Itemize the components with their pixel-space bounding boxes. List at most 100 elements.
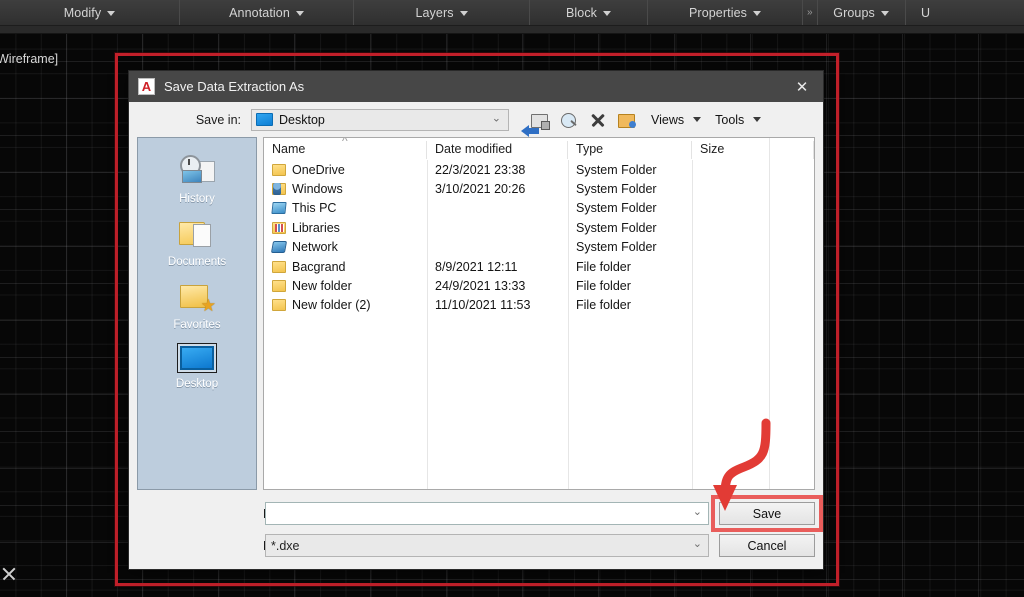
place-icon-wrap — [177, 154, 217, 188]
chevron-down-icon — [107, 11, 116, 16]
chevron-down-icon — [880, 11, 889, 16]
chevron-down-icon[interactable]: ⌄ — [492, 112, 501, 124]
ribbon-overflow-icon[interactable]: » — [803, 0, 818, 25]
file-name-input[interactable] — [265, 502, 709, 525]
file-name-cell: This PC — [292, 201, 337, 216]
chevron-down-icon — [603, 11, 612, 16]
place-label-history: History — [179, 193, 215, 205]
ribbon-panel-layers-label: Layers — [415, 5, 454, 20]
place-icon-wrap — [177, 343, 217, 373]
place-icon-wrap — [177, 280, 217, 314]
column-header-name[interactable]: Name ^ — [264, 138, 427, 160]
chevron-down-icon — [753, 117, 762, 122]
this-pc-icon — [271, 202, 287, 215]
folder-icon — [272, 260, 286, 273]
libraries-icon — [272, 221, 286, 234]
cancel-button[interactable]: Cancel — [719, 534, 815, 557]
type-cell: System Folder — [576, 201, 657, 216]
column-header-size-label: Size — [700, 142, 725, 156]
files-of-type-value: *.dxe — [271, 538, 300, 553]
place-item-desktop[interactable]: Desktop — [138, 339, 256, 396]
type-cell: System Folder — [576, 240, 657, 255]
date-modified-cell: 22/3/2021 23:38 — [435, 162, 526, 177]
file-name-label: File name: — [129, 507, 321, 521]
ribbon-panel-modify-label: Modify — [63, 5, 102, 20]
file-list[interactable]: Name ^ Date modified Type Size OneDrive … — [263, 137, 815, 490]
place-label-favorites: Favorites — [173, 319, 221, 331]
column-header-size[interactable]: Size — [692, 138, 814, 160]
ribbon-panel-utilities[interactable]: U — [906, 0, 946, 25]
table-row[interactable]: New folder 24/9/2021 13:33 File folder — [264, 276, 814, 295]
save-button[interactable]: Save — [719, 502, 815, 525]
type-cell: File folder — [576, 259, 631, 274]
dialog-titlebar[interactable]: A Save Data Extraction As ✕ — [129, 71, 823, 102]
column-header-type-label: Type — [576, 142, 604, 156]
place-item-favorites[interactable]: Favorites — [138, 276, 256, 337]
column-header-date-label: Date modified — [435, 142, 513, 156]
ribbon-panel-bar[interactable]: Modify Annotation Layers Block Propertie… — [0, 0, 1024, 26]
place-item-documents[interactable]: Documents — [138, 213, 256, 274]
up-one-level-icon[interactable] — [530, 110, 550, 130]
clock-hand-icon — [188, 159, 190, 165]
type-cell: File folder — [576, 298, 631, 313]
file-name-field-wrap: ⌄ — [265, 502, 709, 525]
table-row[interactable]: OneDrive 22/3/2021 23:38 System Folder — [264, 160, 814, 179]
favorites-folder-icon — [177, 280, 217, 314]
views-menu[interactable]: Views — [651, 112, 702, 127]
folder-icon — [272, 299, 286, 312]
new-folder-icon[interactable] — [617, 110, 637, 130]
table-row[interactable]: Windows 3/10/2021 20:26 System Folder — [264, 179, 814, 198]
desktop-icon — [256, 113, 273, 126]
network-icon — [270, 241, 288, 254]
file-name-cell: Network — [292, 240, 338, 255]
dialog-toolbar: Save in: Desktop ⌄ Views Tools — [129, 102, 823, 137]
file-name-cell: Bacgrand — [292, 259, 346, 274]
save-in-combobox[interactable]: Desktop ⌄ — [251, 108, 509, 131]
files-of-type-row: Files of type: *.dxe ⌄ Cancel — [129, 534, 815, 557]
tools-menu-label: Tools — [715, 112, 745, 127]
ribbon-panel-block[interactable]: Block — [530, 0, 648, 25]
save-button-wrap: Save — [711, 495, 823, 532]
chevron-down-icon — [295, 11, 304, 16]
file-list-header[interactable]: Name ^ Date modified Type Size — [264, 138, 814, 160]
date-modified-cell: 24/9/2021 13:33 — [435, 279, 526, 294]
dialog-footer: File name: ⌄ Save Files of type: *.dxe ⌄ — [129, 490, 823, 569]
file-name-row: File name: ⌄ Save — [129, 495, 823, 532]
files-of-type-select[interactable]: *.dxe — [265, 534, 709, 557]
ribbon-panel-groups[interactable]: Groups — [818, 0, 906, 25]
save-in-value: Desktop — [279, 112, 325, 127]
search-web-icon[interactable] — [559, 110, 579, 130]
autocad-logo-icon: A — [138, 78, 155, 95]
file-name-cell: OneDrive — [292, 162, 345, 177]
type-cell: System Folder — [576, 220, 657, 235]
delete-icon[interactable] — [588, 110, 608, 130]
save-in-label: Save in: — [195, 112, 241, 127]
table-row[interactable]: Libraries System Folder — [264, 218, 814, 237]
place-item-history[interactable]: History — [138, 150, 256, 211]
type-cell: System Folder — [576, 162, 657, 177]
files-of-type-field-wrap: *.dxe ⌄ — [265, 534, 709, 557]
ribbon-panel-utilities-label: U — [920, 5, 931, 20]
save-data-extraction-dialog: A Save Data Extraction As ✕ Save in: Des… — [128, 70, 824, 570]
chevron-down-icon — [752, 11, 761, 16]
photo-thumb-icon — [182, 170, 202, 183]
viewport-visual-style-label: Wireframe] — [0, 52, 59, 66]
ribbon-panel-annotation[interactable]: Annotation — [180, 0, 354, 25]
views-menu-label: Views — [651, 112, 685, 127]
tools-menu[interactable]: Tools — [715, 112, 762, 127]
table-row[interactable]: New folder (2) 11/10/2021 11:53 File fol… — [264, 296, 814, 315]
close-icon[interactable]: ✕ — [781, 71, 823, 102]
files-of-type-label: Files of type: — [129, 539, 334, 553]
table-row[interactable]: This PC System Folder — [264, 199, 814, 218]
chevron-down-icon — [693, 117, 702, 122]
type-cell: System Folder — [576, 182, 657, 197]
type-cell: File folder — [576, 279, 631, 294]
table-row[interactable]: Network System Folder — [264, 238, 814, 257]
ribbon-panel-properties[interactable]: Properties — [648, 0, 803, 25]
column-header-type[interactable]: Type — [568, 138, 692, 160]
ribbon-panel-modify[interactable]: Modify — [0, 0, 180, 25]
ribbon-panel-layers[interactable]: Layers — [354, 0, 530, 25]
column-header-date[interactable]: Date modified — [427, 138, 568, 160]
documents-folder-icon — [177, 217, 217, 251]
table-row[interactable]: Bacgrand 8/9/2021 12:11 File folder — [264, 257, 814, 276]
